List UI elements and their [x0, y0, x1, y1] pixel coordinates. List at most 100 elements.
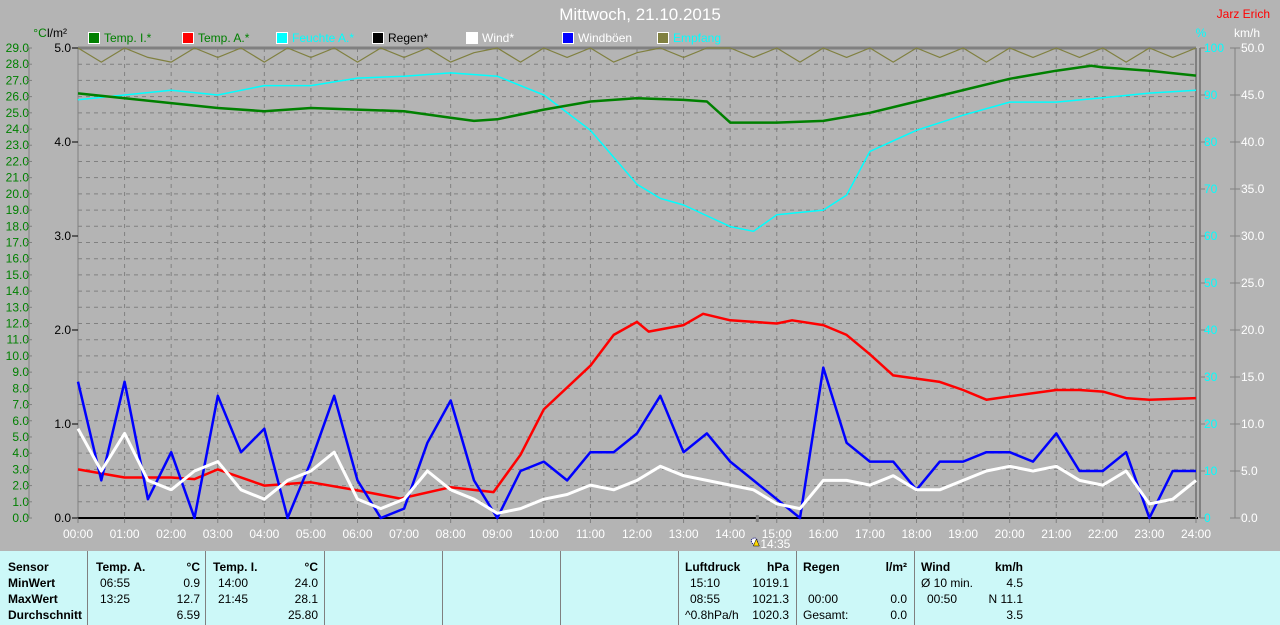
row-avg: Durchschnitt	[8, 608, 83, 622]
tick-label-temp: 14.0	[6, 284, 30, 298]
wind-avg-label: Ø 10 min.	[921, 576, 974, 590]
divider	[678, 551, 679, 625]
temp-a-avg: 6.59	[176, 608, 200, 622]
tick-label-temp: 25.0	[6, 106, 30, 120]
tick-label-temp: 13.0	[6, 300, 30, 314]
tick-label-temp: 17.0	[6, 235, 30, 249]
tick-label-temp: 16.0	[6, 252, 30, 266]
axis-title-rain: l/m²	[47, 26, 67, 40]
tick-label-x: 01:00	[110, 527, 140, 541]
tick-label-temp: 24.0	[6, 122, 30, 136]
tick-label-x: 00:00	[63, 527, 93, 541]
pressure-min-time: 15:10	[690, 576, 721, 590]
tick-label-x: 13:00	[669, 527, 699, 541]
tick-label-temp: 27.0	[6, 73, 30, 87]
header-wind: Wind	[921, 560, 951, 574]
unit-rain: l/m²	[885, 560, 907, 574]
divider	[324, 551, 325, 625]
tick-label-temp: 20.0	[6, 187, 30, 201]
tick-label-temp: 10.0	[6, 349, 30, 363]
tick-label-x: 23:00	[1134, 527, 1164, 541]
tick-label-temp: 21.0	[6, 171, 30, 185]
weather-chart: °C l/m²% km/h0.01.02.03.04.05.06.07.08.09.…	[6, 26, 1265, 551]
tick-label-wind: 5.0	[1241, 464, 1258, 478]
tick-label-temp: 23.0	[6, 138, 30, 152]
pressure-max-time: 08:55	[690, 592, 721, 606]
temp-a-min: 0.9	[183, 576, 200, 590]
header-temp-a: Temp. A.	[96, 560, 146, 574]
tick-label-humidity: 100	[1204, 41, 1224, 55]
tick-label-rain: 5.0	[54, 41, 71, 55]
divider	[796, 551, 797, 625]
rain-total-label: Gesamt:	[803, 608, 849, 622]
tick-label-x: 06:00	[342, 527, 372, 541]
temp-i-min: 24.0	[294, 576, 318, 590]
tick-label-x: 18:00	[901, 527, 931, 541]
tick-label-humidity: 30	[1204, 370, 1218, 384]
tick-label-wind: 35.0	[1241, 182, 1265, 196]
tick-label-wind: 0.0	[1241, 511, 1258, 525]
tick-label-humidity: 90	[1204, 88, 1218, 102]
tick-label-rain: 4.0	[54, 135, 71, 149]
tick-label-temp: 11.0	[7, 333, 30, 347]
row-max: MaxWert	[8, 592, 58, 606]
divider	[442, 551, 443, 625]
divider	[914, 551, 915, 625]
rain-time: 00:00	[808, 592, 839, 606]
unit-temp-i: °C	[304, 560, 318, 574]
tick-label-x: 14:00	[715, 527, 745, 541]
tick-label-temp: 18.0	[6, 219, 30, 233]
stats-panel: Sensor MinWert MaxWert Durchschnitt Temp…	[0, 551, 1280, 625]
rain-value: 0.0	[890, 592, 907, 606]
tick-label-humidity: 60	[1204, 229, 1218, 243]
tick-label-rain: 2.0	[54, 323, 71, 337]
axis-title-humidity: %	[1196, 26, 1207, 40]
tick-label-x: 08:00	[436, 527, 466, 541]
header-temp-i: Temp. I.	[213, 560, 258, 574]
header-rain: Regen	[803, 560, 840, 574]
tick-label-x: 10:00	[529, 527, 559, 541]
tick-label-humidity: 70	[1204, 182, 1218, 196]
tick-label-humidity: 40	[1204, 323, 1218, 337]
unit-wind: km/h	[994, 560, 1023, 574]
temp-a-min-time: 06:55	[100, 576, 131, 590]
tick-label-humidity: 0	[1204, 511, 1211, 525]
pressure-min: 1019.1	[752, 576, 789, 590]
unit-pressure: hPa	[766, 560, 789, 574]
rain-total: 0.0	[890, 608, 907, 622]
current-time-label: 14:35	[760, 537, 790, 551]
axis-title-wind: km/h	[1234, 26, 1260, 40]
pressure-max: 1021.3	[752, 592, 789, 606]
temp-i-min-time: 14:00	[218, 576, 249, 590]
header-sensor: Sensor	[8, 560, 49, 574]
wind-max: N 11.1	[988, 592, 1023, 606]
tick-label-temp: 29.0	[6, 41, 30, 55]
divider	[560, 551, 561, 625]
temp-i-avg: 25.80	[287, 608, 318, 622]
tick-label-wind: 45.0	[1241, 88, 1265, 102]
tick-label-x: 22:00	[1088, 527, 1118, 541]
tick-label-x: 17:00	[855, 527, 885, 541]
tick-label-temp: 12.0	[6, 317, 30, 331]
header-pressure: Luftdruck	[685, 560, 741, 574]
row-min: MinWert	[8, 576, 56, 590]
wind-max-time: 00:50	[927, 592, 958, 606]
temp-i-max-time: 21:45	[218, 592, 249, 606]
pressure-current: 1020.3	[752, 608, 789, 622]
tick-label-rain: 0.0	[54, 511, 71, 525]
tick-label-rain: 1.0	[54, 417, 71, 431]
tick-label-temp: 15.0	[6, 268, 30, 282]
unit-temp-a: °C	[186, 560, 200, 574]
axis-title-temp: °C	[33, 26, 47, 40]
tick-label-temp: 26.0	[6, 90, 30, 104]
divider	[87, 551, 88, 625]
temp-a-max-time: 13:25	[100, 592, 131, 606]
tick-label-rain: 3.0	[54, 229, 71, 243]
tick-label-temp: 22.0	[6, 154, 30, 168]
tick-label-wind: 25.0	[1241, 276, 1265, 290]
tick-label-x: 03:00	[203, 527, 233, 541]
tick-label-humidity: 10	[1204, 464, 1218, 478]
tick-label-x: 24:00	[1181, 527, 1211, 541]
tick-label-temp: 28.0	[6, 57, 30, 71]
tick-label-wind: 50.0	[1241, 41, 1265, 55]
